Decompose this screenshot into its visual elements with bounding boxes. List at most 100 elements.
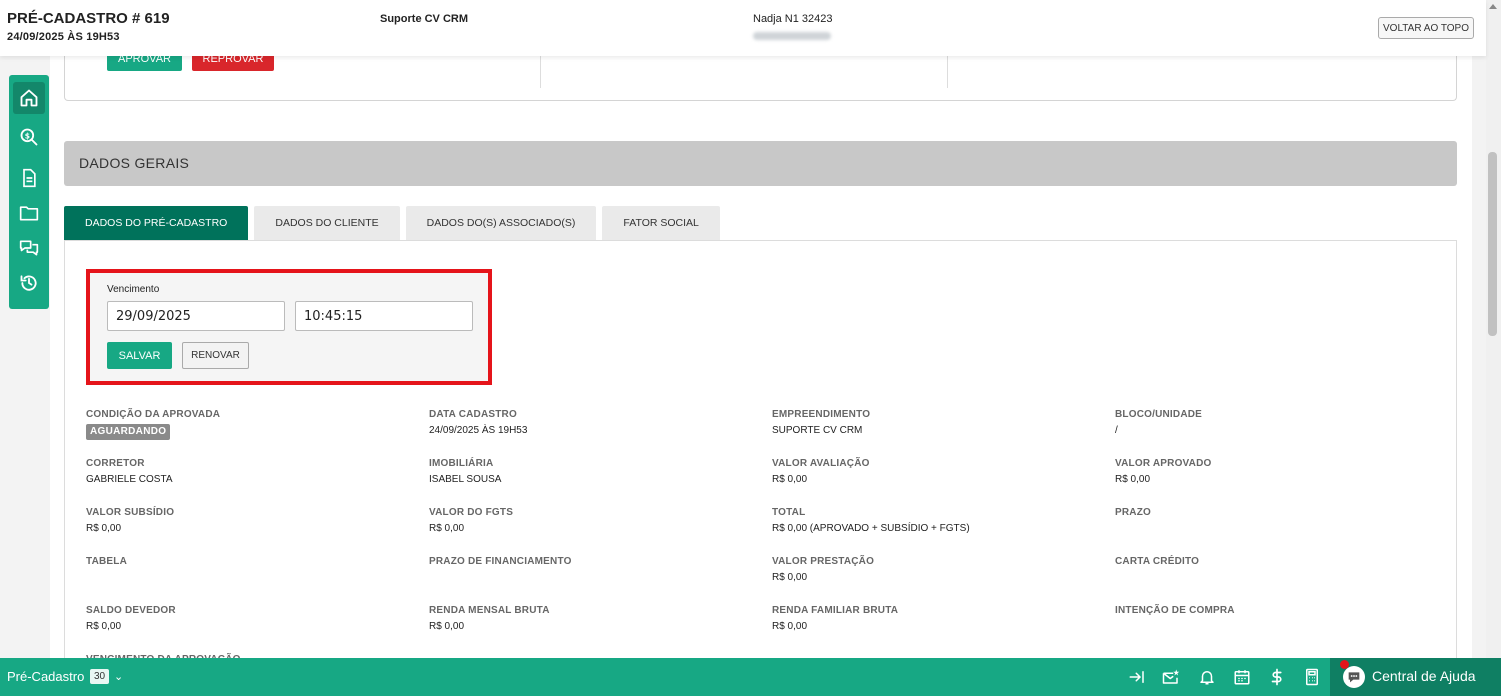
- info-field: VALOR AVALIAÇÃO R$ 0,00: [772, 455, 1115, 504]
- field-value: 24/09/2025 ÀS 19H53: [429, 425, 528, 436]
- info-field: PRAZO DE FINANCIAMENTO: [429, 553, 772, 602]
- tab-fator-social[interactable]: FATOR SOCIAL: [602, 206, 720, 240]
- card-divider: [540, 56, 541, 88]
- renew-button[interactable]: RENOVAR: [182, 342, 249, 369]
- vencimento-label: Vencimento: [107, 284, 160, 295]
- tab-dados-associados[interactable]: DADOS DO(S) ASSOCIADO(S): [405, 206, 597, 240]
- company-name: Suporte CV CRM: [380, 13, 468, 25]
- svg-text:$: $: [25, 131, 30, 140]
- info-field: VALOR APROVADO R$ 0,00: [1115, 455, 1456, 504]
- info-field: DATA CADASTRO 24/09/2025 ÀS 19H53: [429, 406, 772, 455]
- field-value: /: [1115, 425, 1118, 436]
- field-value: R$ 0,00: [429, 523, 465, 534]
- section-header: DADOS GERAIS: [64, 141, 1457, 186]
- field-label: VALOR APROVADO: [1115, 458, 1212, 469]
- help-center-button[interactable]: Central de Ajuda: [1330, 658, 1501, 696]
- field-label: CONDIÇÃO DA APROVADA: [86, 409, 221, 420]
- field-label: VALOR AVALIAÇÃO: [772, 458, 870, 469]
- folder-icon[interactable]: [13, 197, 45, 229]
- field-label: DATA CADASTRO: [429, 409, 517, 420]
- section-title: DADOS GERAIS: [79, 155, 190, 171]
- mail-star-icon[interactable]: [1161, 667, 1181, 687]
- vencimento-time-input[interactable]: 10:45:15: [295, 301, 473, 331]
- save-button[interactable]: SALVAR: [107, 342, 172, 369]
- field-value: R$ 0,00 (APROVADO + SUBSÍDIO + FGTS): [772, 523, 970, 534]
- calendar-icon[interactable]: [1232, 667, 1252, 687]
- bell-icon[interactable]: [1197, 667, 1217, 687]
- chat-icon[interactable]: [13, 232, 45, 264]
- back-to-top-button[interactable]: VOLTAR AO TOPO: [1378, 17, 1474, 39]
- main-content: APROVAR REPROVAR DADOS GERAIS DADOS DO P…: [50, 56, 1472, 658]
- info-field: INTENÇÃO DE COMPRA: [1115, 602, 1456, 651]
- field-label: PRAZO: [1115, 507, 1151, 518]
- page-title: PRÉ-CADASTRO # 619: [7, 10, 170, 27]
- bottom-bar: Pré-Cadastro 30 ⌄ Central de Ajuda: [0, 658, 1501, 696]
- field-label: RENDA FAMILIAR BRUTA: [772, 605, 899, 616]
- approval-card: APROVAR REPROVAR: [64, 56, 1457, 101]
- vencimento-date-input[interactable]: 29/09/2025: [107, 301, 285, 331]
- field-label: INTENÇÃO DE COMPRA: [1115, 605, 1235, 616]
- field-label: RENDA MENSAL BRUTA: [429, 605, 550, 616]
- dollar-icon[interactable]: [1267, 667, 1287, 687]
- field-value: R$ 0,00: [772, 474, 808, 485]
- field-label: TOTAL: [772, 507, 806, 518]
- history-icon[interactable]: [13, 267, 45, 299]
- bottom-bar-label[interactable]: Pré-Cadastro: [7, 669, 84, 684]
- field-label: EMPREENDIMENTO: [772, 409, 871, 420]
- tab-dados-pre-cadastro[interactable]: DADOS DO PRÉ-CADASTRO: [64, 206, 249, 240]
- info-field: CORRETOR GABRIELE COSTA: [86, 455, 429, 504]
- tab-content: Vencimento 29/09/2025 10:45:15 SALVAR RE…: [64, 240, 1457, 658]
- approve-button[interactable]: APROVAR: [107, 56, 182, 71]
- info-field: VALOR SUBSÍDIO R$ 0,00: [86, 504, 429, 553]
- calculator-icon[interactable]: [1302, 667, 1322, 687]
- field-label: VALOR DO FGTS: [429, 507, 514, 518]
- field-value: SUPORTE CV CRM: [772, 425, 863, 436]
- help-center-label: Central de Ajuda: [1372, 668, 1476, 684]
- field-label: IMOBILIÁRIA: [429, 458, 494, 469]
- info-fields-grid: CONDIÇÃO DA APROVADA AGUARDANDO DATA CADAS…: [86, 406, 1456, 658]
- card-divider: [947, 56, 948, 88]
- arrow-to-right-icon[interactable]: [1127, 667, 1147, 687]
- tab-bar: DADOS DO PRÉ-CADASTRO DADOS DO CLIENTE D…: [64, 206, 726, 240]
- field-value: R$ 0,00: [86, 523, 122, 534]
- field-label: TABELA: [86, 556, 128, 567]
- tab-dados-cliente[interactable]: DADOS DO CLIENTE: [254, 206, 400, 240]
- field-value: R$ 0,00: [772, 621, 808, 632]
- field-label: VALOR SUBSÍDIO: [86, 507, 175, 518]
- info-field: PRAZO: [1115, 504, 1456, 553]
- info-field: RENDA MENSAL BRUTA R$ 0,00: [429, 602, 772, 651]
- field-label: CARTA CRÉDITO: [1115, 556, 1200, 567]
- home-icon[interactable]: [13, 82, 45, 114]
- info-field: TABELA: [86, 553, 429, 602]
- count-badge: 30: [90, 669, 110, 684]
- info-field: BLOCO/UNIDADE /: [1115, 406, 1456, 455]
- scroll-up-arrow-icon[interactable]: [1489, 4, 1497, 9]
- field-value: R$ 0,00: [86, 621, 122, 632]
- info-field: VALOR DO FGTS R$ 0,00: [429, 504, 772, 553]
- field-label: VALOR PRESTAÇÃO: [772, 556, 875, 567]
- vencimento-box: Vencimento 29/09/2025 10:45:15 SALVAR RE…: [86, 269, 492, 385]
- info-field: CONDIÇÃO DA APROVADA AGUARDANDO: [86, 406, 429, 455]
- field-value: GABRIELE COSTA: [86, 474, 173, 485]
- field-label: BLOCO/UNIDADE: [1115, 409, 1203, 420]
- scroll-thumb[interactable]: [1488, 152, 1497, 336]
- page-date: 24/09/2025 ÀS 19H53: [7, 31, 120, 43]
- document-icon[interactable]: [13, 162, 45, 194]
- user-name: Nadja N1 32423: [753, 13, 833, 25]
- info-field: VENCIMENTO DA APROVAÇÃO: [86, 651, 429, 658]
- field-value: R$ 0,00: [1115, 474, 1151, 485]
- info-field: IMOBILIÁRIA ISABEL SOUSA: [429, 455, 772, 504]
- field-label: PRAZO DE FINANCIAMENTO: [429, 556, 572, 567]
- help-chat-icon: [1343, 666, 1365, 688]
- reject-button[interactable]: REPROVAR: [192, 56, 274, 71]
- left-sidebar: $: [9, 75, 49, 309]
- field-label: VENCIMENTO DA APROVAÇÃO: [86, 651, 429, 658]
- field-value: AGUARDANDO: [86, 424, 429, 440]
- chevron-down-icon[interactable]: ⌄: [114, 670, 123, 683]
- search-dollar-icon[interactable]: $: [13, 121, 45, 153]
- field-value: R$ 0,00: [772, 572, 808, 583]
- field-value: R$ 0,00: [429, 621, 465, 632]
- page-header: PRÉ-CADASTRO # 619 24/09/2025 ÀS 19H53 S…: [0, 0, 1486, 56]
- blurred-phone: [753, 32, 831, 40]
- field-value: ISABEL SOUSA: [429, 474, 502, 485]
